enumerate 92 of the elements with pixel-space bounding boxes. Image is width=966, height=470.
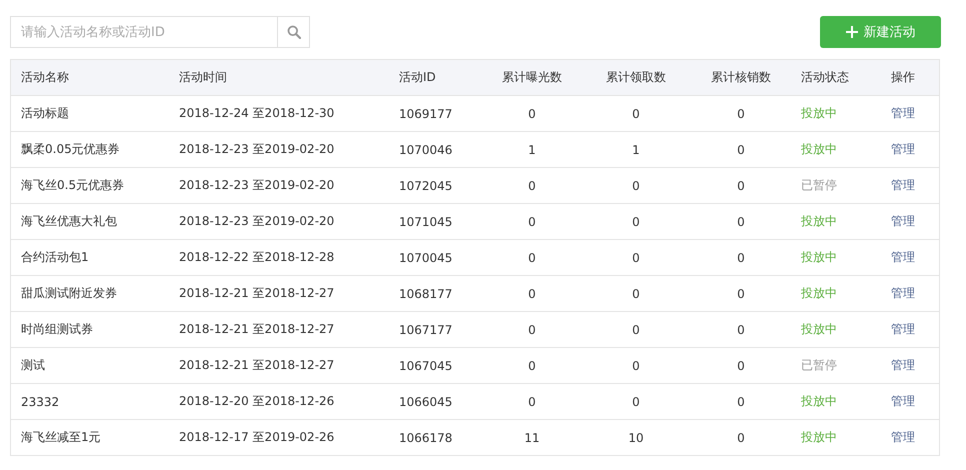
table-cell-text: 0	[736, 142, 746, 156]
table-cell-text: 1	[631, 142, 641, 156]
table-cell-text: 2018-12-21 至2018-12-27	[178, 285, 336, 302]
table-cell-text: 0	[527, 214, 537, 228]
table-cell-text: 11	[523, 430, 541, 444]
table-cell-text: 0	[527, 286, 537, 300]
table-cell-text: 1	[527, 142, 537, 156]
table-cell-text: 1067045	[398, 358, 454, 372]
table-cell-text: 1067177	[398, 322, 454, 336]
search-icon	[286, 25, 300, 39]
manage-link[interactable]: 管理	[881, 177, 939, 194]
table-cell-text: 2018-12-23 至2019-02-20	[178, 177, 336, 194]
plus-icon	[846, 26, 858, 38]
column-header: 活动时间	[178, 69, 228, 86]
table-cell-text: 海飞丝优惠大礼包	[20, 213, 118, 230]
status-text: 投放中	[800, 429, 838, 446]
manage-link[interactable]: 管理	[881, 285, 939, 302]
manage-link[interactable]: 管理	[881, 357, 939, 374]
table-cell-text: 1072045	[398, 178, 454, 192]
table-cell-text: 0	[527, 250, 537, 264]
manage-link[interactable]: 管理	[881, 105, 939, 122]
column-header: 操作	[890, 69, 916, 86]
manage-link[interactable]: 管理	[881, 393, 939, 410]
manage-link[interactable]: 管理	[881, 249, 939, 266]
column-header: 累计领取数	[605, 69, 667, 86]
table-cell-text: 1066178	[398, 430, 454, 444]
table-cell-text: 2018-12-17 至2019-02-26	[178, 429, 336, 446]
manage-link[interactable]: 管理	[881, 213, 939, 230]
table-cell-text: 0	[736, 322, 746, 336]
table-cell-text: 0	[527, 394, 537, 408]
column-header: 活动ID	[398, 69, 437, 86]
table-cell-text: 2018-12-23 至2019-02-20	[178, 141, 336, 158]
table-cell-text: 0	[736, 178, 746, 192]
search-field[interactable]: 请输入活动名称或活动ID	[10, 16, 278, 48]
table-cell-text: 1070045	[398, 250, 454, 264]
table-cell-text: 0	[631, 178, 641, 192]
table-cell-text: 测试	[20, 357, 46, 374]
table-cell-text: 1068177	[398, 286, 454, 300]
status-text: 投放中	[800, 393, 838, 410]
status-text: 投放中	[800, 141, 838, 158]
column-header: 累计曝光数	[501, 69, 563, 86]
table-cell-text: 0	[736, 106, 746, 120]
manage-link[interactable]: 管理	[881, 141, 939, 158]
table-cell-text: 0	[631, 106, 641, 120]
table-cell-text: 海飞丝0.5元优惠券	[20, 177, 126, 194]
table-cell-text: 2018-12-21 至2018-12-27	[178, 321, 336, 338]
table-cell-text: 0	[527, 358, 537, 372]
table-cell-text: 2018-12-24 至2018-12-30	[178, 105, 336, 122]
table-cell-text: 0	[527, 178, 537, 192]
table-cell-text: 0	[631, 394, 641, 408]
table-cell-text: 0	[736, 394, 746, 408]
table-cell-text: 2018-12-21 至2018-12-27	[178, 357, 336, 374]
table-cell-text: 0	[736, 214, 746, 228]
table-cell-text: 甜瓜测试附近发券	[20, 285, 118, 302]
table-cell-text: 0	[736, 358, 746, 372]
table-cell-text: 时尚组测试券	[20, 321, 94, 338]
table-cell-text: 1066045	[398, 394, 454, 408]
table-cell-text: 海飞丝减至1元	[20, 429, 102, 446]
status-text: 投放中	[800, 249, 838, 266]
manage-link[interactable]: 管理	[881, 429, 939, 446]
table-cell-text: 0	[527, 322, 537, 336]
table-cell-text: 活动标题	[20, 105, 70, 122]
table-cell-text: 2018-12-20 至2018-12-26	[178, 393, 336, 410]
table-cell-text: 0	[631, 358, 641, 372]
column-header: 累计核销数	[710, 69, 772, 86]
table-cell-text: 2018-12-23 至2019-02-20	[178, 213, 336, 230]
table-cell-text: 2018-12-22 至2018-12-28	[178, 249, 336, 266]
table-cell-text: 0	[736, 430, 746, 444]
status-text: 投放中	[800, 321, 838, 338]
status-text: 已暂停	[800, 357, 838, 374]
table-cell-text: 飘柔0.05元优惠券	[20, 141, 121, 158]
table-cell-text: 1071045	[398, 214, 454, 228]
table-cell-text: 合约活动包1	[20, 249, 90, 266]
status-text: 已暂停	[800, 177, 838, 194]
table-cell-text: 23332	[20, 394, 60, 408]
table-cell-text: 0	[527, 106, 537, 120]
table-cell-text: 0	[736, 286, 746, 300]
manage-link[interactable]: 管理	[881, 321, 939, 338]
column-header: 活动名称	[20, 69, 70, 86]
status-text: 投放中	[800, 285, 838, 302]
status-text: 投放中	[800, 105, 838, 122]
search-button[interactable]	[278, 16, 310, 48]
table-cell-text: 0	[631, 250, 641, 264]
status-text: 投放中	[800, 213, 838, 230]
column-header: 活动状态	[800, 69, 850, 86]
table-cell-text: 0	[736, 250, 746, 264]
table-cell-text: 1069177	[398, 106, 454, 120]
table-cell-text: 0	[631, 286, 641, 300]
table-cell-text: 10	[627, 430, 645, 444]
table-cell-text: 0	[631, 214, 641, 228]
table-cell-text: 0	[631, 322, 641, 336]
table-cell-text: 1070046	[398, 142, 454, 156]
